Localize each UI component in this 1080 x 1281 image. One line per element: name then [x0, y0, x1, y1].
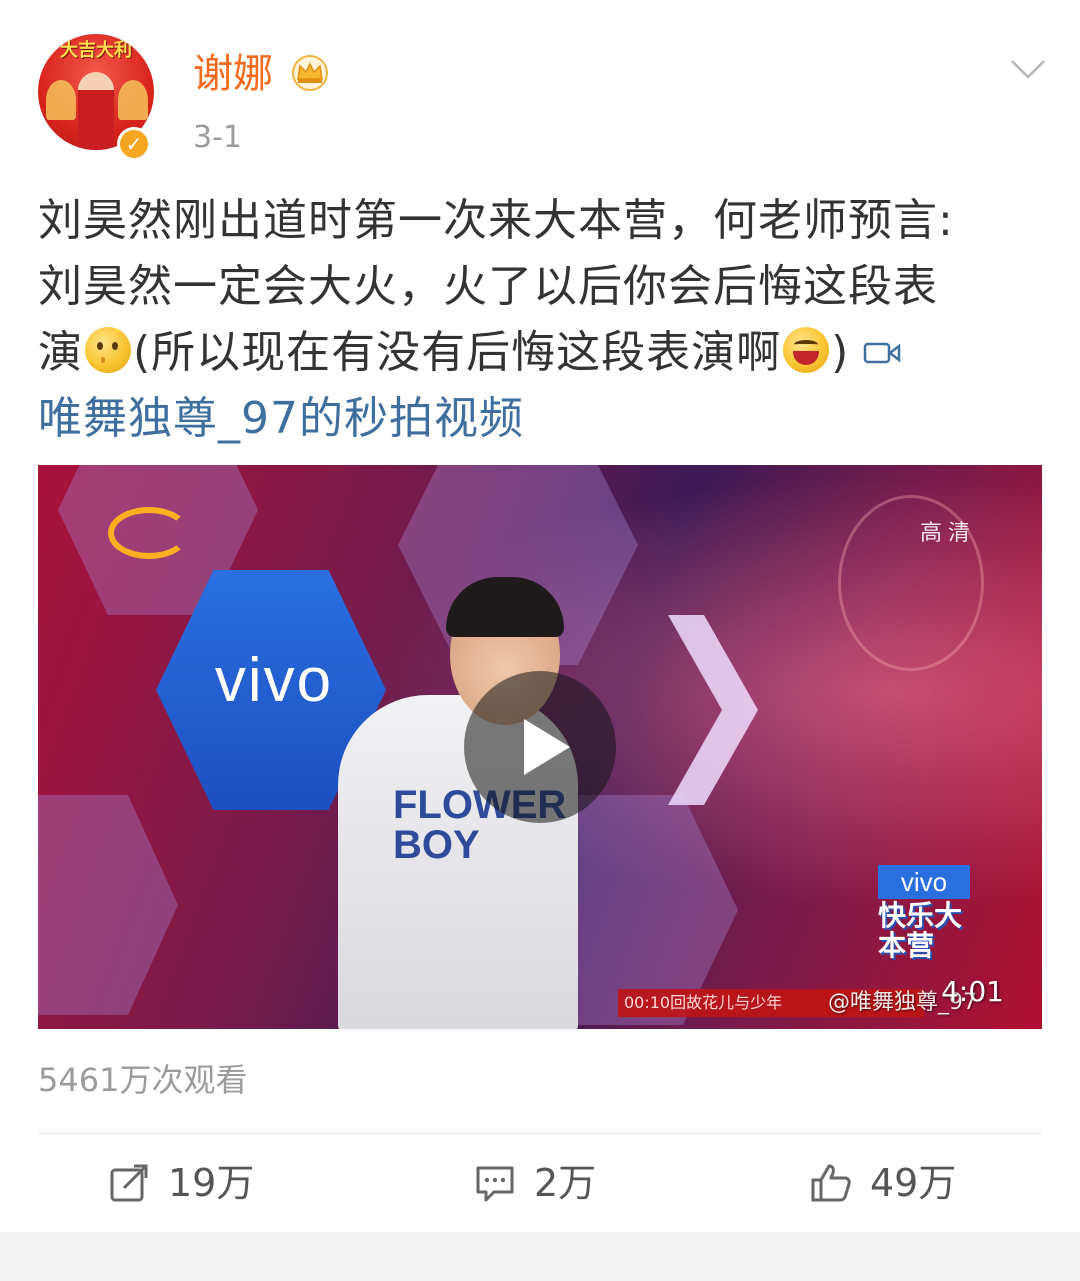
play-icon[interactable]	[464, 671, 616, 823]
weibo-post-card: 大吉大利 ✓ 谢娜 3-1 刘昊然刚出道时第一次来大本营，何老师预言: 刘昊然一…	[0, 0, 1080, 1232]
avatar-figure	[78, 72, 114, 150]
author-name[interactable]: 谢娜	[193, 48, 273, 100]
comment-count: 2万	[534, 1161, 597, 1205]
background-hexagon	[38, 795, 178, 1015]
repost-count: 19万	[168, 1161, 255, 1205]
repost-icon	[110, 1164, 148, 1202]
like-button[interactable]: 49万	[810, 1155, 956, 1211]
chevron-down-icon[interactable]	[1010, 58, 1046, 80]
view-count: 5461万次观看	[38, 1061, 248, 1099]
like-count: 49万	[870, 1161, 957, 1205]
stage-chevron	[668, 615, 758, 805]
avatar-fan-right	[118, 80, 148, 120]
vivo-logo-text: vivo	[214, 646, 334, 715]
post-text-fragment: (所以现在有没有后悔这段表演啊	[133, 327, 782, 378]
verified-badge-icon: ✓	[117, 127, 151, 161]
feed-separator	[0, 1232, 1080, 1281]
post-text-line: 刘昊然一定会大火，火了以后你会后悔这段表	[38, 261, 938, 312]
post-text-fragment: 演	[38, 327, 83, 378]
crown-icon[interactable]	[290, 55, 330, 91]
thumbs-up-icon	[811, 1164, 851, 1202]
post-text-fragment: )	[831, 327, 850, 378]
video-source-link[interactable]: 唯舞独尊_97的秒拍视频	[38, 386, 1048, 452]
divider	[38, 1133, 1042, 1134]
hd-label: 高清	[919, 521, 976, 546]
avatar-fan-left	[46, 80, 76, 120]
post-text-line: 演 (所以现在有没有后悔这段表演啊)	[38, 320, 1048, 386]
comment-button[interactable]: 2万	[474, 1155, 596, 1211]
avatar-banner: 大吉大利	[60, 40, 132, 61]
repost-button[interactable]: 19万	[108, 1155, 254, 1211]
thinking-emoji-icon	[85, 327, 131, 373]
show-logo: 快乐大本营	[878, 899, 963, 962]
video-player[interactable]: 高清 vivo FLOWER BOY vivo 快乐大本营 00:10回故花儿与…	[38, 465, 1042, 1029]
video-duration: 4:01	[941, 975, 1004, 1008]
comment-icon	[476, 1166, 514, 1202]
post-text-line: 刘昊然刚出道时第一次来大本营，何老师预言:	[38, 195, 954, 246]
video-camera-icon[interactable]	[863, 339, 901, 367]
post-text: 刘昊然刚出道时第一次来大本营，何老师预言: 刘昊然一定会大火，火了以后你会后悔这…	[38, 188, 1048, 452]
post-time: 3-1	[193, 120, 242, 155]
vivo-badge: vivo	[878, 865, 970, 899]
laughing-emoji-icon	[783, 327, 830, 373]
tv-channel-logo	[108, 507, 190, 559]
